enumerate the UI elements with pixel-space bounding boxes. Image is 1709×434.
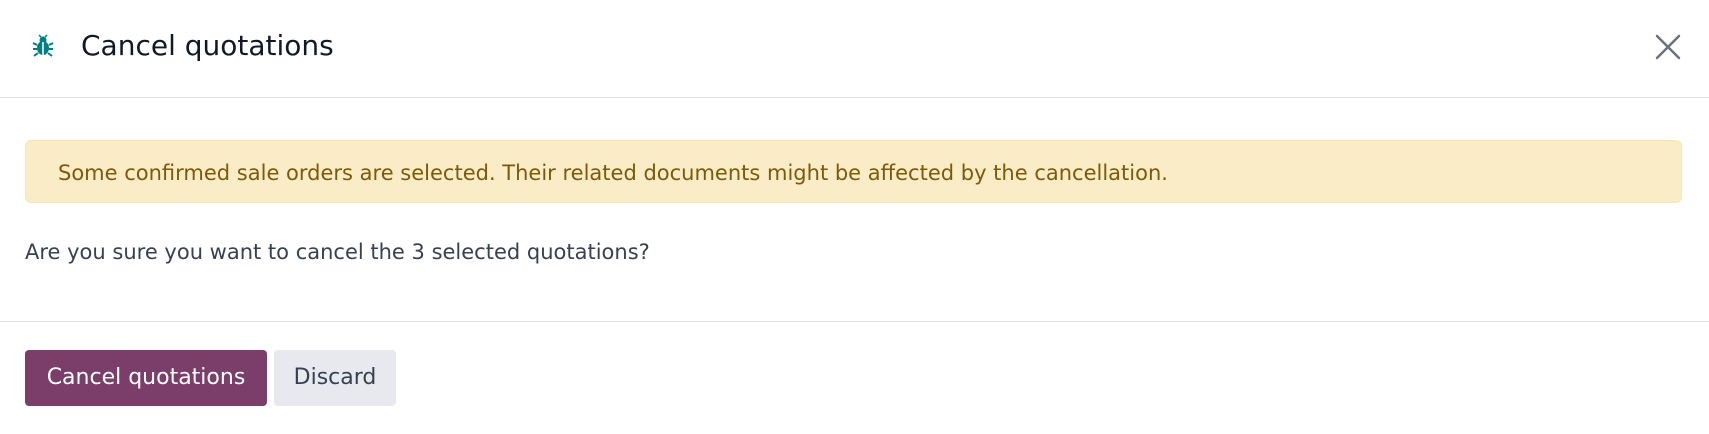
dialog-footer: Cancel quotations Discard	[0, 321, 1709, 434]
close-icon[interactable]	[1652, 31, 1684, 63]
dialog-header: Cancel quotations	[0, 0, 1709, 98]
bug-icon	[32, 34, 54, 57]
warning-alert-text: Some confirmed sale orders are selected.…	[58, 161, 1168, 185]
cancel-quotations-button[interactable]: Cancel quotations	[25, 350, 267, 406]
discard-button[interactable]: Discard	[274, 350, 396, 406]
dialog-body: Some confirmed sale orders are selected.…	[0, 98, 1709, 321]
warning-alert: Some confirmed sale orders are selected.…	[25, 140, 1682, 203]
dialog-title: Cancel quotations	[81, 29, 334, 62]
confirmation-question: Are you sure you want to cancel the 3 se…	[25, 240, 650, 264]
cancel-quotations-dialog: Cancel quotations Some confirmed sale or…	[0, 0, 1709, 434]
